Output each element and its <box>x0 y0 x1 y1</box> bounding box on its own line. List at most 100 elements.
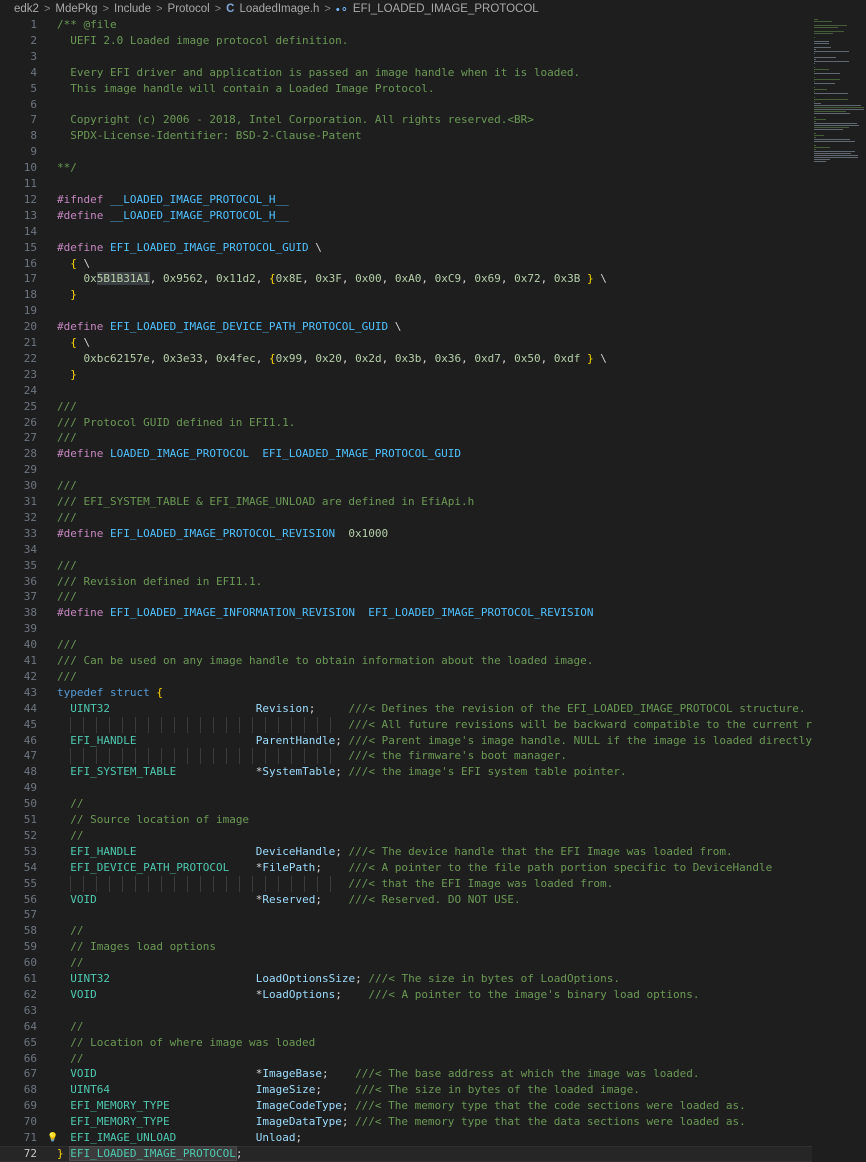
code-line[interactable]: 16 { \ <box>0 256 812 272</box>
code-text: VOID *LoadOptions; ///< A pointer to the… <box>70 987 700 1001</box>
code-line[interactable]: 37 /// <box>0 589 812 605</box>
code-line[interactable]: 41 /// Can be used on any image handle to… <box>0 653 812 669</box>
code-line[interactable]: 47 ///< the firmware's boot manager. <box>0 748 812 765</box>
code-line[interactable]: 53 EFI_HANDLE DeviceHandle; ///< The dev… <box>0 844 812 860</box>
code-line[interactable]: 33 #define EFI_LOADED_IMAGE_PROTOCOL_REVI… <box>0 526 812 542</box>
code-line[interactable]: 13 #define __LOADED_IMAGE_PROTOCOL_H__ <box>0 208 812 224</box>
line-number: 63 <box>23 1003 37 1017</box>
code-line[interactable]: 55 ///< that the EFI Image was loaded fr… <box>0 875 812 892</box>
line-number: 68 <box>23 1083 37 1097</box>
code-line[interactable]: 58 // <box>0 923 812 939</box>
code-line[interactable]: 25 /// <box>0 399 812 415</box>
code-line[interactable]: 36 /// Revision defined in EFI1.1. <box>0 574 812 590</box>
minimap-line <box>814 59 816 60</box>
code-line[interactable]: 63 <box>0 1003 812 1019</box>
code-line[interactable]: 65 // Location of where image was loaded <box>0 1035 812 1051</box>
code-line[interactable]: 6 <box>0 97 812 113</box>
code-line[interactable]: 4 Every EFI driver and application is pa… <box>0 65 812 81</box>
code-line[interactable]: 48 EFI_SYSTEM_TABLE *SystemTable; ///< t… <box>0 764 812 780</box>
line-number: 48 <box>23 765 37 779</box>
code-line[interactable]: 42 /// <box>0 669 812 685</box>
code-line[interactable]: 38 #define EFI_LOADED_IMAGE_INFORMATION_R… <box>0 605 812 621</box>
code-line[interactable]: 27 /// <box>0 430 812 446</box>
lightbulb-icon[interactable]: 💡 <box>47 1130 58 1146</box>
indent-guide <box>83 875 84 892</box>
code-line[interactable]: 35 /// <box>0 558 812 574</box>
code-line[interactable]: 5 This image handle will contain a Loade… <box>0 81 812 97</box>
code-text: EFI_DEVICE_PATH_PROTOCOL *FilePath; ///<… <box>70 860 773 874</box>
code-line[interactable]: 22 0xbc62157e, 0x3e33, 0x4fec, {0x99, 0x… <box>0 351 812 367</box>
code-line[interactable]: 34 <box>0 542 812 558</box>
code-line[interactable]: 9 <box>0 144 812 160</box>
code-line[interactable]: 66 // <box>0 1051 812 1067</box>
code-text: EFI_HANDLE DeviceHandle; ///< The device… <box>70 844 733 858</box>
breadcrumb-item-file[interactable]: LoadedImage.h <box>239 3 319 15</box>
code-line[interactable]: 15 #define EFI_LOADED_IMAGE_PROTOCOL_GUID… <box>0 240 812 256</box>
code-line[interactable]: 51 // Source location of image <box>0 812 812 828</box>
code-line[interactable]: 29 <box>0 462 812 478</box>
code-line[interactable]: 28 #define LOADED_IMAGE_PROTOCOL EFI_LOAD… <box>0 446 812 462</box>
code-line[interactable]: 23 } <box>0 367 812 383</box>
code-line[interactable]: 12 #ifndef __LOADED_IMAGE_PROTOCOL_H__ <box>0 192 812 208</box>
minimap-line <box>814 31 844 32</box>
breadcrumb-item-mdepkg[interactable]: MdePkg <box>55 3 97 15</box>
code-line[interactable]: 54 EFI_DEVICE_PATH_PROTOCOL *FilePath; /… <box>0 860 812 876</box>
code-line[interactable]: 19 <box>0 303 812 319</box>
code-line[interactable]: 50 // <box>0 796 812 812</box>
code-line[interactable]: 64 // <box>0 1019 812 1035</box>
breadcrumb-item-symbol[interactable]: EFI_LOADED_IMAGE_PROTOCOL <box>353 3 539 15</box>
line-number: 26 <box>23 415 37 429</box>
code-line[interactable]: 67 VOID *ImageBase; ///< The base addres… <box>0 1066 812 1082</box>
code-line[interactable]: 59 // Images load options <box>0 939 812 955</box>
code-line[interactable]: 3 <box>0 49 812 65</box>
code-line[interactable]: 2 UEFI 2.0 Loaded image protocol definit… <box>0 33 812 49</box>
minimap-line <box>814 81 815 82</box>
code-line[interactable]: 17 0x5B1B31A1, 0x9562, 0x11d2, {0x8E, 0x… <box>0 271 812 287</box>
code-line[interactable]: 10 **/ <box>0 160 812 176</box>
indent-guide <box>278 875 279 892</box>
code-text: // <box>70 797 84 811</box>
code-line[interactable]: 20 #define EFI_LOADED_IMAGE_DEVICE_PATH_P… <box>0 319 812 335</box>
code-line[interactable]: 11 <box>0 176 812 192</box>
line-number: 16 <box>23 256 37 270</box>
code-line[interactable]: 7 Copyright (c) 2006 - 2018, Intel Corpo… <box>0 112 812 128</box>
code-line[interactable]: 44 UINT32 Revision; ///< Defines the rev… <box>0 701 812 717</box>
breadcrumb-item-include[interactable]: Include <box>114 3 151 15</box>
code-line[interactable]: 71 EFI_IMAGE_UNLOAD Unload; 💡 <box>0 1130 812 1146</box>
code-line[interactable]: 52 // <box>0 828 812 844</box>
code-line[interactable]: 45 ///< All future revisions will be bac… <box>0 716 838 733</box>
code-line[interactable]: 43 typedef struct { <box>0 685 812 701</box>
code-line[interactable]: 14 <box>0 224 812 240</box>
code-line[interactable]: 60 // <box>0 955 812 971</box>
code-line[interactable]: 49 <box>0 780 812 796</box>
indent-guide <box>239 716 240 733</box>
code-line[interactable]: 24 <box>0 383 812 399</box>
code-line[interactable]: 26 /// Protocol GUID defined in EFI1.1. <box>0 415 812 431</box>
minimap-line <box>814 119 826 120</box>
code-line[interactable]: 56 VOID *Reserved; ///< Reserved. DO NOT… <box>0 892 812 908</box>
code-line[interactable]: 62 VOID *LoadOptions; ///< A pointer to … <box>0 987 812 1003</box>
minimap[interactable] <box>812 17 866 1162</box>
code-line[interactable]: 39 <box>0 621 812 637</box>
code-line[interactable]: 18 } <box>0 287 812 303</box>
code-line[interactable]: 57 <box>0 907 812 923</box>
code-line[interactable]: 70 EFI_MEMORY_TYPE ImageDataType; ///< T… <box>0 1114 812 1130</box>
code-line[interactable]: 21 { \ <box>0 335 812 351</box>
code-editor[interactable]: 1 /** @file 2 UEFI 2.0 Loaded image protoc… <box>0 17 866 1162</box>
code-line[interactable]: 8 SPDX-License-Identifier: BSD-2-Clause-… <box>0 128 812 144</box>
code-line[interactable]: 31 /// EFI_SYSTEM_TABLE & EFI_IMAGE_UNLOA… <box>0 494 812 510</box>
code-line[interactable]: 46 EFI_HANDLE ParentHandle; ///< Parent … <box>0 733 839 749</box>
code-line[interactable]: 30 /// <box>0 478 812 494</box>
code-line[interactable]: 40 /// <box>0 637 812 653</box>
code-line[interactable]: 72} EFI_LOADED_IMAGE_PROTOCOL; <box>0 1145 812 1162</box>
breadcrumb-item-edk2[interactable]: edk2 <box>14 3 39 15</box>
code-line[interactable]: 68 UINT64 ImageSize; ///< The size in by… <box>0 1082 812 1098</box>
indent-guide <box>70 716 71 733</box>
code-line[interactable]: 1 /** @file <box>0 17 812 33</box>
breadcrumb-item-protocol[interactable]: Protocol <box>168 3 210 15</box>
minimap-line <box>814 53 815 54</box>
line-number: 15 <box>23 240 37 254</box>
code-line[interactable]: 32 /// <box>0 510 812 526</box>
code-line[interactable]: 69 EFI_MEMORY_TYPE ImageCodeType; ///< T… <box>0 1098 812 1114</box>
code-line[interactable]: 61 UINT32 LoadOptionsSize; ///< The size… <box>0 971 812 987</box>
